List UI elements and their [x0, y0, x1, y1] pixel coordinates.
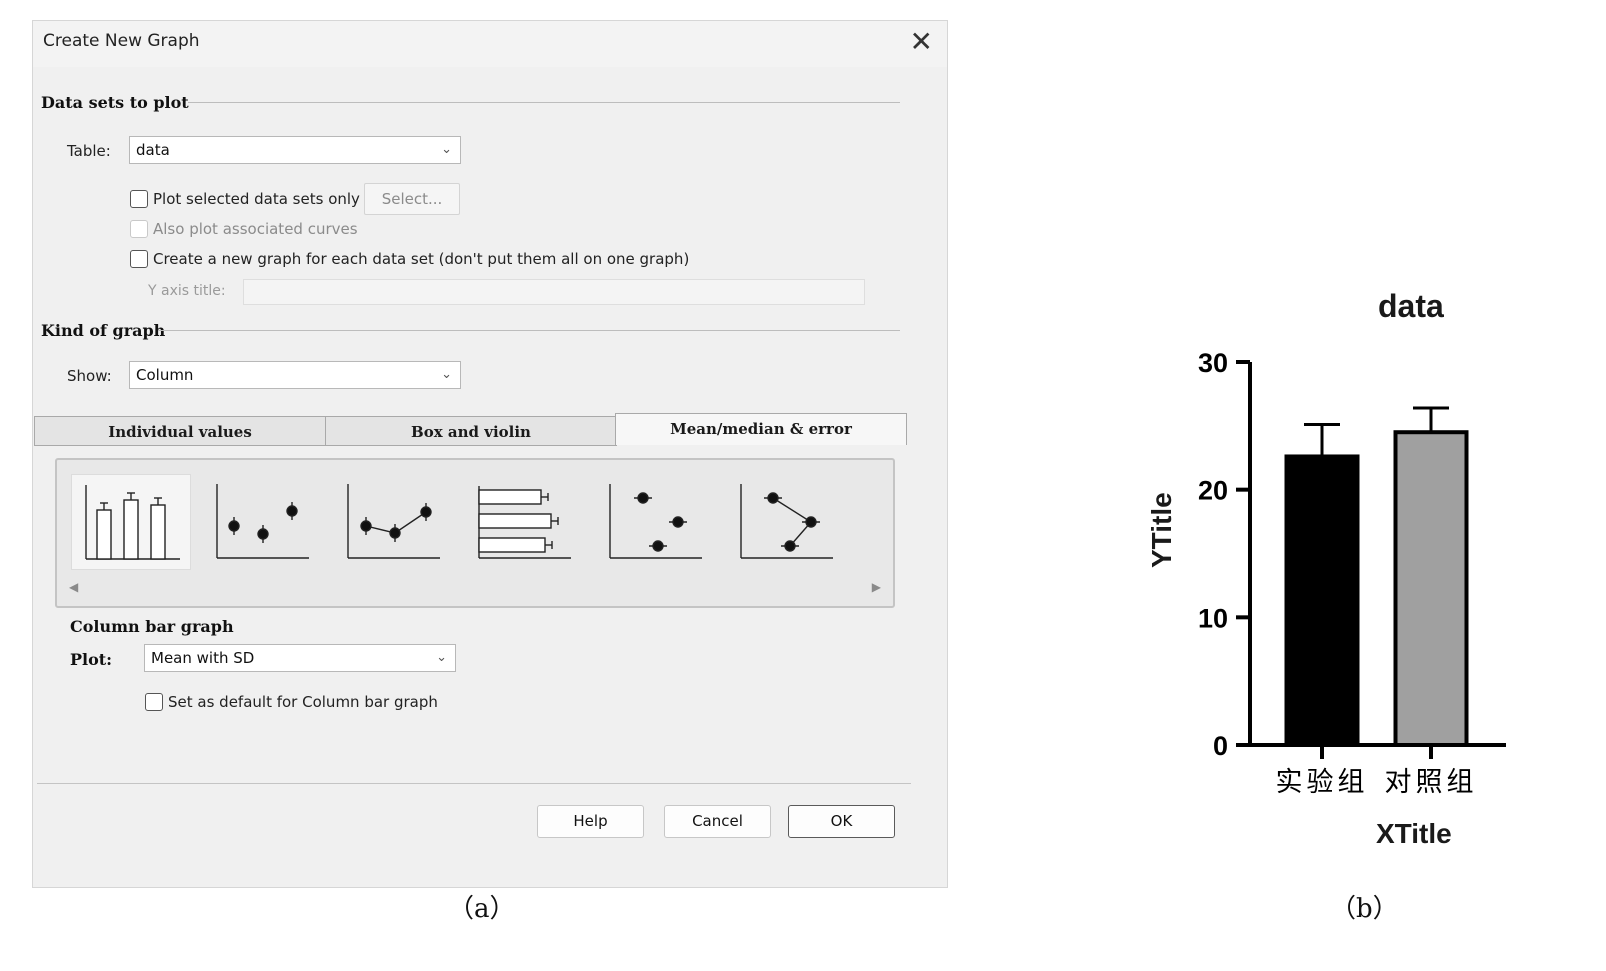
also-plot-curves-label: Also plot associated curves	[153, 220, 358, 238]
footer-divider	[37, 783, 911, 784]
tab-mean-median-error[interactable]: Mean/median & error	[615, 413, 907, 445]
y-axis-title-input[interactable]	[243, 279, 865, 305]
plot-selected-label: Plot selected data sets only	[153, 190, 360, 208]
gallery-item-connected-mean[interactable]	[334, 474, 454, 570]
graph-type-label: Column bar graph	[70, 617, 234, 636]
show-label: Show:	[67, 367, 112, 385]
dialog-titlebar: Create New Graph ✕	[33, 21, 947, 67]
gallery-item-horizontal-connected[interactable]	[727, 474, 847, 570]
chevron-down-icon: ⌄	[441, 142, 452, 157]
mean-dots-graph-icon	[216, 484, 309, 559]
table-select[interactable]: data ⌄	[129, 136, 461, 164]
datasets-group-divider	[188, 102, 900, 103]
select-button[interactable]: Select...	[364, 183, 460, 215]
dialog-title: Create New Graph	[43, 31, 200, 51]
tab-box-and-violin[interactable]: Box and violin	[325, 416, 617, 446]
y-tick-label: 10	[1198, 603, 1228, 633]
show-select-value: Column	[136, 366, 194, 384]
set-default-label: Set as default for Column bar graph	[168, 693, 438, 711]
close-icon[interactable]: ✕	[910, 25, 933, 59]
column-bar-graph-icon	[85, 485, 180, 560]
create-new-graph-dialog: Create New Graph ✕ Data sets to plot Tab…	[32, 20, 948, 888]
help-button[interactable]: Help	[537, 805, 644, 838]
gallery-item-horizontal-bar[interactable]	[465, 474, 585, 570]
y-tick-label: 20	[1198, 476, 1228, 506]
plot-select-value: Mean with SD	[151, 649, 255, 667]
chevron-down-icon: ⌄	[436, 650, 447, 665]
plot-selected-checkbox[interactable]	[130, 190, 148, 208]
plot-select[interactable]: Mean with SD ⌄	[144, 644, 456, 672]
table-select-value: data	[136, 141, 170, 159]
y-tick-label: 30	[1198, 348, 1228, 378]
table-label: Table:	[67, 142, 111, 160]
y-axis-title: YTitle	[1146, 492, 1177, 568]
horizontal-bar-graph-icon	[478, 486, 571, 559]
gallery-item-column-bar[interactable]	[71, 474, 191, 570]
also-plot-curves-checkbox[interactable]	[130, 220, 148, 238]
horizontal-dots-graph-icon	[609, 484, 702, 559]
kind-group-header: Kind of graph	[41, 321, 166, 340]
y-axis-title-label: Y axis title:	[148, 283, 226, 299]
y-tick-label: 0	[1213, 731, 1228, 761]
cancel-button[interactable]: Cancel	[664, 805, 771, 838]
tab-individual-values[interactable]: Individual values	[34, 416, 326, 446]
set-default-checkbox[interactable]	[145, 693, 163, 711]
caption-a: （a）	[448, 894, 516, 924]
plot-label: Plot:	[70, 650, 113, 669]
new-graph-each-checkbox[interactable]	[130, 250, 148, 268]
datasets-group-header: Data sets to plot	[41, 93, 189, 112]
bar	[1393, 430, 1469, 747]
horizontal-connected-graph-icon	[740, 484, 833, 559]
gallery-item-mean-dots[interactable]	[203, 474, 323, 570]
gallery-item-horizontal-dots[interactable]	[596, 474, 716, 570]
graph-type-gallery: ◀ ▶	[55, 458, 895, 608]
ok-button[interactable]: OK	[788, 805, 895, 838]
x-tick-label: 实验组	[1276, 767, 1369, 798]
kind-group-divider	[158, 330, 900, 331]
new-graph-each-label: Create a new graph for each data set (do…	[153, 250, 690, 268]
connected-mean-graph-icon	[347, 484, 440, 559]
chevron-down-icon: ⌄	[441, 367, 452, 382]
scroll-right-icon[interactable]: ▶	[872, 580, 881, 594]
show-select[interactable]: Column ⌄	[129, 361, 461, 389]
x-axis-title: XTitle	[1376, 818, 1452, 849]
bar	[1284, 454, 1360, 747]
chart-title: data	[1378, 288, 1444, 324]
x-tick-label: 对照组	[1385, 767, 1478, 798]
caption-b: （b）	[1330, 894, 1399, 924]
scroll-left-icon[interactable]: ◀	[69, 580, 78, 594]
